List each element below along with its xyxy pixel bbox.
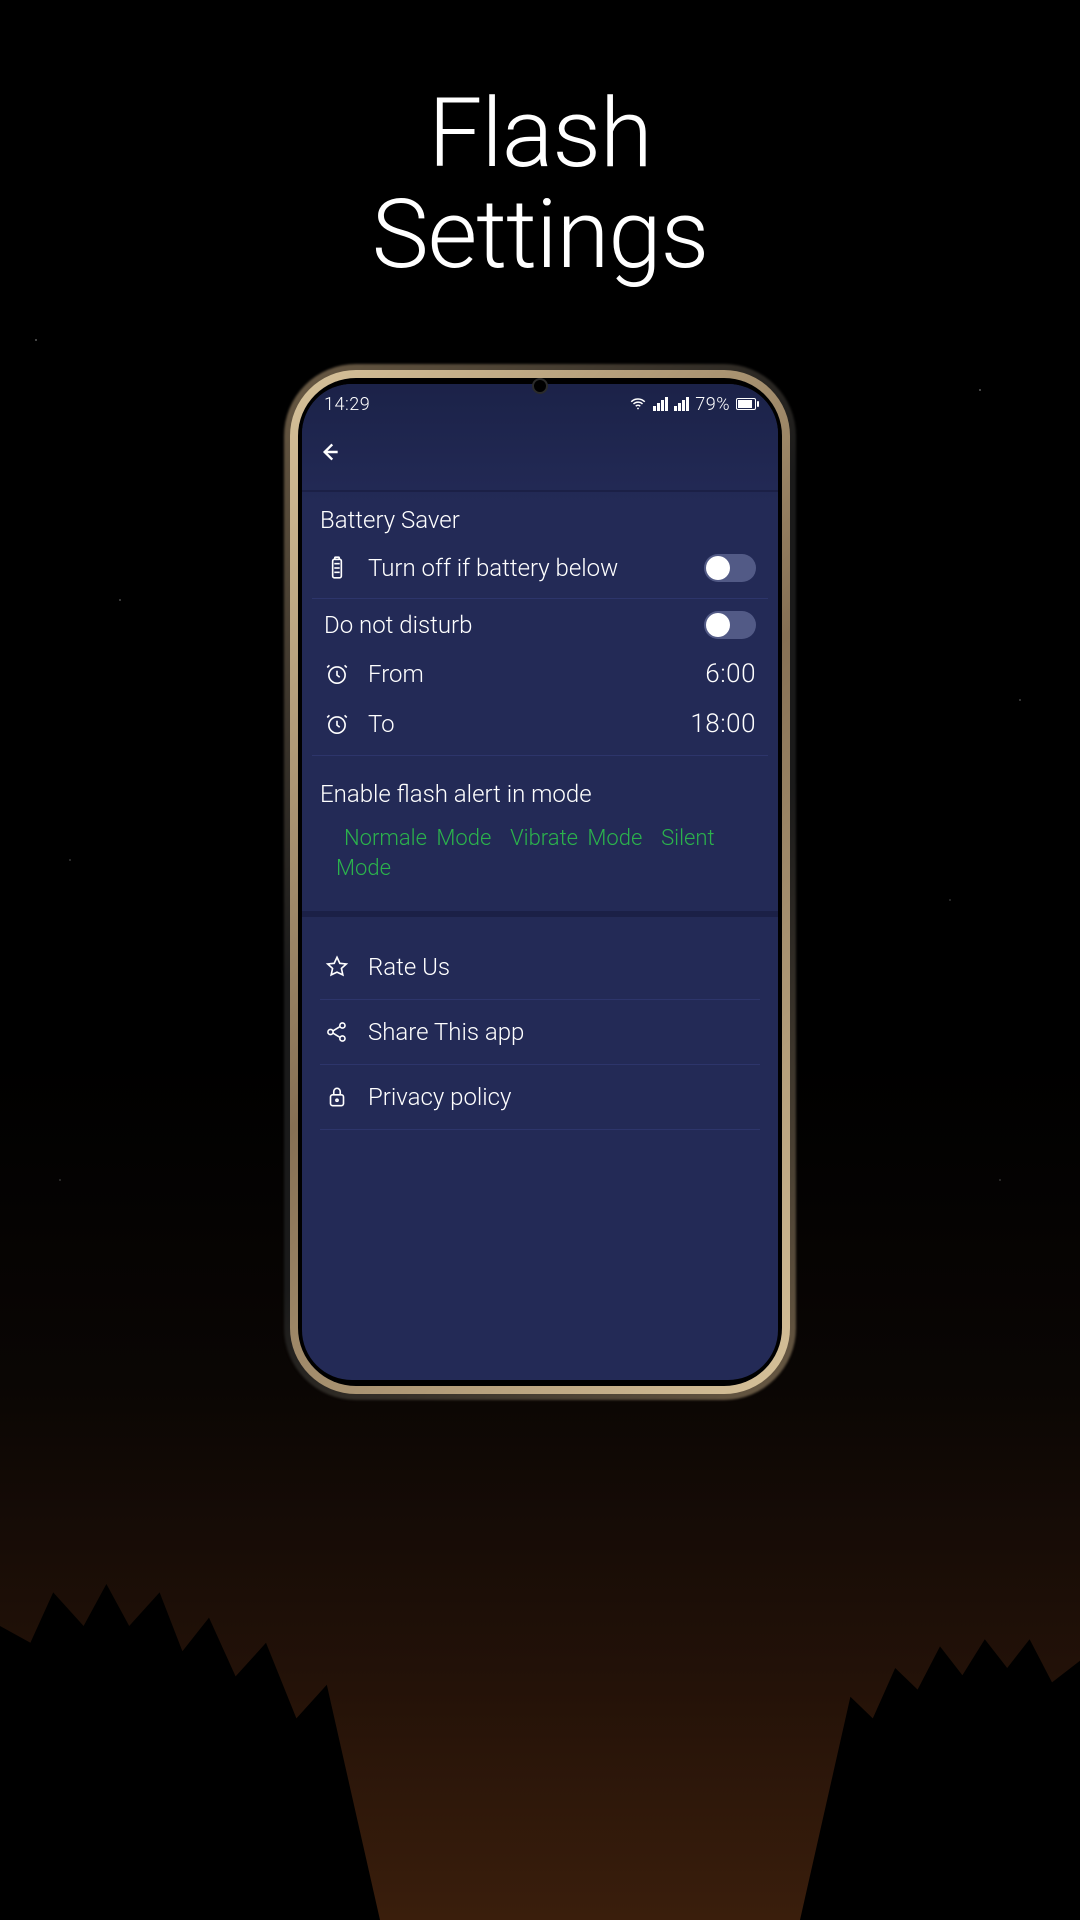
share-label: Share This app	[368, 1018, 524, 1046]
battery-saver-toggle-label: Turn off if battery below	[368, 554, 618, 582]
share-row[interactable]: Share This app	[320, 999, 760, 1064]
lock-icon	[324, 1084, 350, 1110]
mode-vibrate[interactable]: Vibrate Mode	[510, 826, 642, 851]
dnd-to-value: 18:00	[690, 709, 756, 739]
dnd-header: Do not disturb	[324, 611, 472, 639]
dnd-to-row[interactable]: To 18:00	[320, 699, 760, 749]
alarm-clock-icon	[324, 661, 350, 687]
modes-header: Enable flash alert in mode	[320, 780, 760, 808]
dnd-toggle[interactable]	[704, 611, 756, 639]
battery-icon	[736, 398, 756, 410]
status-battery-text: 79%	[695, 394, 730, 415]
share-icon	[324, 1019, 350, 1045]
star-icon	[324, 954, 350, 980]
dnd-from-label: From	[368, 660, 424, 688]
front-camera-dot	[532, 378, 548, 394]
wifi-icon	[629, 395, 647, 413]
battery-saver-toggle-row[interactable]: Turn off if battery below	[320, 544, 760, 592]
privacy-row[interactable]: Privacy policy	[320, 1064, 760, 1129]
phone-mockup: 14:29 79%	[290, 370, 790, 1394]
battery-saver-toggle[interactable]	[704, 554, 756, 582]
rate-us-row[interactable]: Rate Us	[320, 935, 760, 999]
battery-saver-header: Battery Saver	[320, 506, 760, 534]
dnd-from-value: 6:00	[705, 659, 756, 689]
signal-icon	[653, 397, 668, 411]
back-button[interactable]	[316, 439, 342, 469]
status-time: 14:29	[324, 394, 370, 415]
promo-headline: Flash Settings	[0, 0, 1080, 286]
privacy-label: Privacy policy	[368, 1083, 511, 1111]
promo-headline-line2: Settings	[0, 185, 1080, 286]
mode-normal[interactable]: Normale Mode	[344, 826, 491, 851]
battery-icon	[324, 555, 350, 581]
modes-list[interactable]: Normale Mode Vibrate Mode Silent Mode	[320, 818, 760, 893]
signal-icon-2	[674, 397, 689, 411]
promo-headline-line1: Flash	[0, 84, 1080, 185]
alarm-clock-icon	[324, 711, 350, 737]
rate-us-label: Rate Us	[368, 953, 450, 981]
dnd-to-label: To	[368, 710, 395, 738]
dnd-from-row[interactable]: From 6:00	[320, 649, 760, 699]
